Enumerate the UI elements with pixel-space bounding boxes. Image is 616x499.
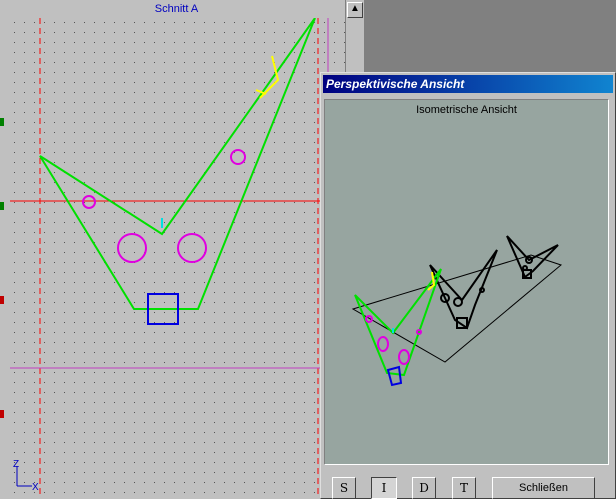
axis-z-label: Z	[13, 459, 19, 470]
drawing-canvas[interactable]: Z X	[10, 18, 345, 494]
strip-marker-green	[0, 118, 4, 126]
view-top-button[interactable]: T	[452, 477, 476, 499]
scroll-up-button[interactable]: ▲	[347, 2, 363, 18]
perspective-view-dialog: Perspektivische Ansicht Isometrische Ans…	[320, 72, 616, 499]
isometric-render	[351, 235, 563, 387]
view-d-button[interactable]: D	[412, 477, 436, 499]
ground-plane	[351, 254, 563, 363]
view-side-button[interactable]: S	[332, 477, 356, 499]
schnitt-window-title: Schnitt A	[154, 3, 199, 15]
isometric-view-panel[interactable]: Isometrische Ansicht	[324, 99, 609, 465]
view-isometric-button[interactable]: I	[371, 477, 397, 499]
strip-marker-green-2	[0, 202, 4, 210]
close-button[interactable]: Schließen	[492, 477, 595, 499]
iso-part-middle	[429, 249, 498, 330]
axis-x-label: X	[32, 482, 39, 493]
dialog-titlebar[interactable]: Perspektivische Ansicht	[323, 75, 613, 93]
iso-part-back	[506, 235, 559, 279]
schnitt-a-window: Schnitt A ▲ Z X	[8, 0, 364, 499]
strip-marker-red-2	[0, 410, 4, 418]
iso-part-front	[354, 268, 442, 387]
strip-marker-red	[0, 296, 4, 304]
